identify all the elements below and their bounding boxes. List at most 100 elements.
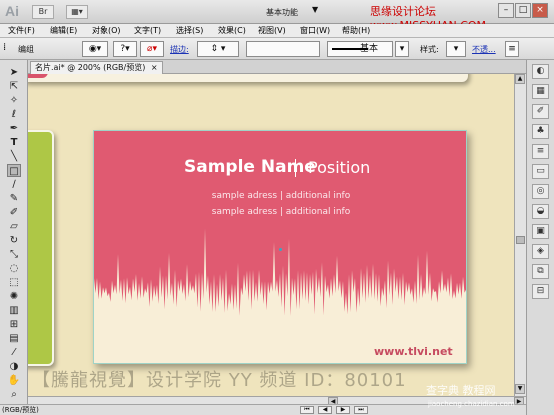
style-label: 样式: [420,45,439,54]
zoom-tool[interactable]: ⌕ [7,388,21,401]
card-address-line-2[interactable]: sample adress | additional info [94,207,466,217]
card-position-text[interactable]: Position [308,158,370,177]
hand-tool[interactable]: ✋ [7,374,21,387]
swatches-icon[interactable]: ▦ [532,84,549,99]
gradient-icon[interactable]: ▭ [532,164,549,179]
rotate-tool[interactable]: ↻ [7,234,21,247]
magic-wand-tool[interactable]: ✧ [7,94,21,107]
menu-file[interactable]: 文件(F) [8,25,35,37]
title-bar: Ai Br ▦▾ 基本功能 ▼ 思缘设计论坛 www.MISSYUAN.COM … [0,0,554,32]
symbols-icon[interactable]: ♣ [532,124,549,139]
align-icon[interactable]: ⊟ [532,284,549,299]
blob-brush-tool[interactable]: ✐ [7,206,21,219]
rectangle-tool[interactable]: □ [7,164,21,177]
stroke-label[interactable]: 描边: [170,44,189,55]
lasso-tool[interactable]: ℓ [7,108,21,121]
menu-window[interactable]: 窗口(W) [300,25,330,37]
opacity-link[interactable]: 不透... [472,44,496,55]
restore-button[interactable]: □ [515,3,531,18]
symbol-sprayer-tool[interactable]: ✺ [7,290,21,303]
artboards-icon[interactable]: ⧉ [532,264,549,279]
control-bar: ⁞ 编组 ◉▾ ?▾ ⌀▾ 描边: ⇕ ▾ 基本 ▾ 样式: ▾ 不透... ≡ [0,38,554,60]
transparency-icon[interactable]: ◎ [532,184,549,199]
site-watermark: 查字典 教程网 [426,384,496,397]
menu-type[interactable]: 文字(T) [134,25,161,37]
fill-swatch[interactable]: ◉▾ [82,41,108,57]
center-point-marker [279,248,282,251]
card-name-text[interactable]: Sample Name [184,157,316,177]
watermark-bottom: 【騰龍視覺】设计学院 YY 频道 ID：80101 [32,370,407,391]
last-artboard-icon[interactable]: ⏭ [354,406,368,414]
color-icon[interactable]: ◐ [532,64,549,79]
card-address-line-1[interactable]: sample adress | additional info [94,191,466,201]
menu-view[interactable]: 视图(V) [258,25,286,37]
menu-help[interactable]: 帮助(H) [342,25,370,37]
scroll-down-icon[interactable]: ▼ [515,384,525,394]
mesh-tool[interactable]: ⊞ [7,318,21,331]
stroke-icon[interactable]: ≡ [532,144,549,159]
artboard-canvas[interactable]: Sample Name Position sample adress | add… [28,74,514,396]
workspace-dropdown-icon[interactable]: ▼ [312,5,318,14]
prev-artboard-icon[interactable]: ◀ [318,406,332,414]
document-tab-bar: 名片.ai* @ 200% (RGB/预览) × [28,60,526,74]
appearance-icon[interactable]: ◒ [532,204,549,219]
free-transform-tool[interactable]: ⬚ [7,276,21,289]
close-tab-icon[interactable]: × [151,63,158,72]
selection-type-label: 编组 [18,45,34,54]
app-logo: Ai [5,3,19,19]
direct-selection-tool[interactable]: ⇱ [7,80,21,93]
type-tool[interactable]: T [7,136,21,149]
brushes-icon[interactable]: ✐ [532,104,549,119]
menu-bar: 文件(F) 编辑(E) 对象(O) 文字(T) 选择(S) 效果(C) 视图(V… [0,24,554,38]
gradient-tool[interactable]: ▤ [7,332,21,345]
scale-tool[interactable]: ⤡ [7,248,21,261]
status-document-info: (RGB/预览) [2,406,39,414]
fill-dropdown[interactable]: ?▾ [113,41,137,57]
text-cursor [295,159,296,177]
brush-definition[interactable]: 基本 [327,41,393,57]
paintbrush-tool[interactable]: ∕ [7,178,21,191]
layers-icon[interactable]: ◈ [532,244,549,259]
artboard-green-card [28,130,54,366]
brush-dropdown[interactable]: ▾ [395,41,409,57]
vertical-scroll-thumb[interactable] [516,236,525,244]
first-artboard-icon[interactable]: ⏮ [300,406,314,414]
blend-tool[interactable]: ◑ [7,360,21,373]
bridge-button[interactable]: Br [32,5,54,19]
stroke-weight-field[interactable]: ⇕ ▾ [197,41,239,57]
document-tab-title: 名片.ai* @ 200% (RGB/预览) [35,63,146,72]
arrange-documents-button[interactable]: ▦▾ [66,5,88,19]
scroll-up-icon[interactable]: ▲ [515,74,525,84]
brush-stroke-preview [332,48,368,50]
artboard-top-card [28,74,468,82]
workspace-switcher[interactable]: 基本功能 [266,5,298,20]
tools-panel: ➤ ⇱ ✧ ℓ ✒ T ╲ □ ∕ ✎ ✐ ▱ ↻ ⤡ ◌ ⬚ ✺ ▥ ⊞ ▤ … [0,60,28,404]
menu-effect[interactable]: 效果(C) [218,25,246,37]
business-card[interactable]: Sample Name Position sample adress | add… [93,130,467,364]
document-tab[interactable]: 名片.ai* @ 200% (RGB/预览) × [30,61,163,74]
graphic-style-dropdown[interactable]: ▾ [446,41,466,57]
menu-select[interactable]: 选择(S) [176,25,203,37]
grip-icon: ⁞ [3,42,7,53]
menu-object[interactable]: 对象(O) [92,25,121,37]
eyedropper-tool[interactable]: ⁄ [7,346,21,359]
line-tool[interactable]: ╲ [7,150,21,163]
vertical-scrollbar[interactable]: ▲ ▼ [514,74,526,396]
graphic-styles-icon[interactable]: ▣ [532,224,549,239]
pen-tool[interactable]: ✒ [7,122,21,135]
next-artboard-icon[interactable]: ▶ [336,406,350,414]
pencil-tool[interactable]: ✎ [7,192,21,205]
warp-tool[interactable]: ◌ [7,262,21,275]
minimize-button[interactable]: – [498,3,514,18]
variable-width-profile[interactable] [246,41,320,57]
site-watermark-url: jiaocheng.chazidian.com [428,400,515,408]
card-url-text[interactable]: www.tlvi.net [374,345,453,358]
panel-dock: ◐ ▦ ✐ ♣ ≡ ▭ ◎ ◒ ▣ ◈ ⧉ ⊟ [526,60,554,415]
selection-tool[interactable]: ➤ [7,66,21,79]
close-button[interactable]: × [532,3,548,18]
panel-menu-icon[interactable]: ≡ [505,41,519,57]
eraser-tool[interactable]: ▱ [7,220,21,233]
graph-tool[interactable]: ▥ [7,304,21,317]
stroke-swatch[interactable]: ⌀▾ [140,41,164,57]
menu-edit[interactable]: 编辑(E) [50,25,77,37]
